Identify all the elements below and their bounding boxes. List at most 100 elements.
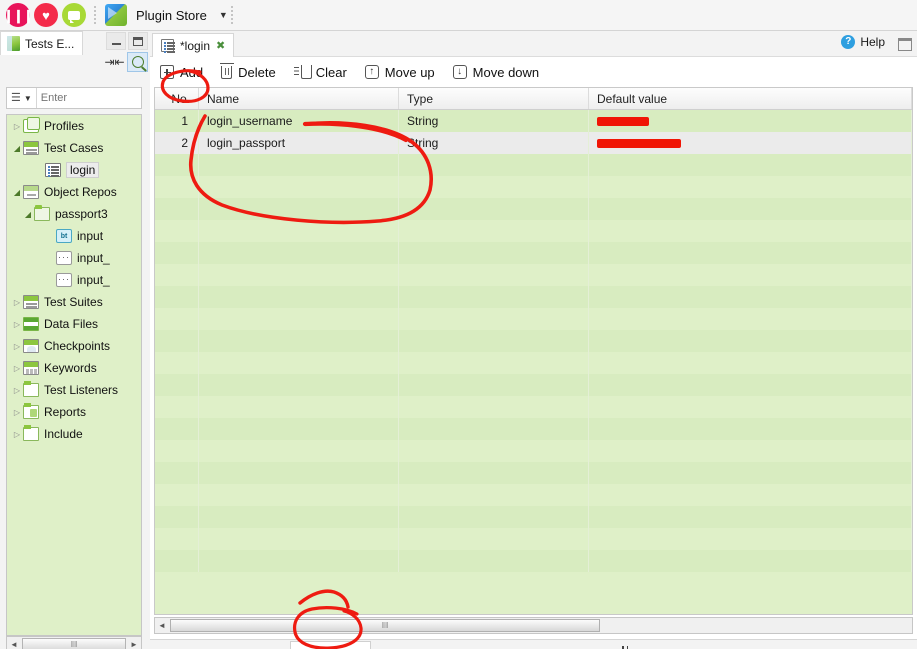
- table-empty-row[interactable]: [155, 220, 912, 242]
- cell-no[interactable]: 2: [155, 132, 199, 154]
- table-empty-row[interactable]: [155, 484, 912, 506]
- help-button[interactable]: ? Help: [841, 35, 885, 49]
- bars-circle-icon[interactable]: ❙❙❙: [3, 3, 34, 27]
- chevron-right-icon[interactable]: ▷: [11, 320, 23, 329]
- move-up-button[interactable]: ↑ Move up: [364, 65, 435, 80]
- tree-item-include[interactable]: ▷ Include: [7, 423, 141, 445]
- cell-name[interactable]: login_passport: [199, 132, 399, 154]
- toolbar-grip-2[interactable]: [230, 4, 235, 26]
- table-empty-row[interactable]: [155, 528, 912, 550]
- toolbar-grip[interactable]: [92, 4, 97, 26]
- clear-button[interactable]: Clear: [293, 64, 347, 80]
- collapse-all-icon[interactable]: ⇥⇤: [104, 52, 125, 72]
- filter-list-icon[interactable]: ☰ ▼: [7, 88, 37, 108]
- scroll-left-arrow-icon[interactable]: ◄: [7, 640, 21, 649]
- cell-no[interactable]: 1: [155, 110, 199, 132]
- tree-item-object-repos[interactable]: ◢ Object Repos: [7, 181, 141, 203]
- move-down-button[interactable]: ↓ Move down: [452, 65, 539, 80]
- maximize-icon[interactable]: [128, 32, 148, 50]
- tree-item-reports[interactable]: ▷ Reports: [7, 401, 141, 423]
- tree-item-keywords[interactable]: ▷ Keywords: [7, 357, 141, 379]
- bottom-tab-variables-script-mode[interactable]: </>Variables (Script mode): [371, 642, 536, 649]
- tree-item-input[interactable]: ··· input_: [7, 247, 141, 269]
- maximize-icon[interactable]: [897, 36, 913, 51]
- table-empty-row[interactable]: [155, 330, 912, 352]
- variables-table[interactable]: No. Name Type Default value 1 login_usern…: [154, 87, 913, 615]
- bottom-tab-manual[interactable]: Manual: [158, 643, 218, 649]
- cell-default-value[interactable]: [589, 132, 912, 154]
- scroll-right-arrow-icon[interactable]: ►: [127, 640, 141, 649]
- search-scope-icon[interactable]: [127, 52, 148, 72]
- heart-circle-icon[interactable]: ♥: [34, 3, 58, 27]
- minimize-icon[interactable]: [106, 32, 126, 50]
- table-empty-row[interactable]: [155, 550, 912, 572]
- table-horizontal-scrollbar[interactable]: ◄ ‖‖: [154, 617, 913, 634]
- chevron-down-icon[interactable]: ◢: [22, 210, 34, 219]
- table-empty-row[interactable]: [155, 176, 912, 198]
- tree-item-test-suites[interactable]: ▷ Test Suites: [7, 291, 141, 313]
- cell-default-value[interactable]: [589, 110, 912, 132]
- chevron-down-icon[interactable]: ▼: [219, 10, 228, 20]
- table-empty-row[interactable]: [155, 154, 912, 176]
- tree-item-test-cases[interactable]: ◢ Test Cases: [7, 137, 141, 159]
- table-empty-row[interactable]: [155, 198, 912, 220]
- table-row[interactable]: 1 login_username String: [155, 110, 912, 132]
- column-header-default-value[interactable]: Default value: [589, 88, 912, 109]
- explorer-horizontal-scrollbar[interactable]: ◄ ‖‖ ►: [6, 636, 142, 649]
- cell-type[interactable]: String: [399, 132, 589, 154]
- bottom-tab-integration[interactable]: Integration: [536, 643, 614, 649]
- delete-button[interactable]: Delete: [220, 62, 276, 80]
- chevron-right-icon[interactable]: ▷: [11, 342, 23, 351]
- tree-item-login[interactable]: login: [7, 159, 141, 181]
- table-empty-row[interactable]: [155, 352, 912, 374]
- column-header-name[interactable]: Name: [199, 88, 399, 109]
- chevron-down-icon[interactable]: ▼: [24, 94, 32, 103]
- chevron-right-icon[interactable]: ▷: [11, 408, 23, 417]
- bottom-tab-variables[interactable]: XVariables: [289, 640, 371, 649]
- empty-cell: [399, 484, 589, 506]
- tab-tests-explorer[interactable]: Tests E...: [0, 31, 84, 55]
- chat-circle-icon[interactable]: [62, 3, 86, 27]
- chevron-down-icon[interactable]: ◢: [11, 144, 23, 153]
- table-empty-row[interactable]: [155, 286, 912, 308]
- tab-login[interactable]: *login ✖: [152, 33, 235, 57]
- table-empty-row[interactable]: [155, 462, 912, 484]
- chevron-right-icon[interactable]: ▷: [11, 364, 23, 373]
- chevron-down-icon[interactable]: ◢: [11, 188, 23, 197]
- cell-name[interactable]: login_username: [199, 110, 399, 132]
- cell-type[interactable]: String: [399, 110, 589, 132]
- empty-cell: [155, 286, 199, 308]
- tree-item-test-listeners[interactable]: ▷ Test Listeners: [7, 379, 141, 401]
- tree-item-input[interactable]: ··· input_: [7, 269, 141, 291]
- table-empty-row[interactable]: [155, 440, 912, 462]
- table-empty-row[interactable]: [155, 308, 912, 330]
- tree-item-data-files[interactable]: ▷ Data Files: [7, 313, 141, 335]
- table-empty-row[interactable]: [155, 374, 912, 396]
- tree-item-profiles[interactable]: ▷ Profiles: [7, 115, 141, 137]
- column-header-type[interactable]: Type: [399, 88, 589, 109]
- add-button[interactable]: Add: [160, 65, 203, 80]
- scroll-left-arrow-icon[interactable]: ◄: [155, 621, 169, 630]
- table-empty-row[interactable]: [155, 264, 912, 286]
- plugin-store-icon[interactable]: [105, 4, 127, 26]
- scrollbar-thumb[interactable]: ‖‖: [22, 638, 126, 649]
- plugin-store-label[interactable]: Plugin Store: [136, 8, 207, 23]
- table-empty-row[interactable]: [155, 418, 912, 440]
- test-explorer-tree[interactable]: ▷ Profiles ◢ Test Cases login ◢ Object Repos ◢ p…: [6, 114, 142, 636]
- chevron-right-icon[interactable]: ▷: [11, 122, 23, 131]
- chevron-right-icon[interactable]: ▷: [11, 386, 23, 395]
- bottom-tab-script[interactable]: </>Script: [218, 642, 290, 649]
- table-empty-row[interactable]: [155, 396, 912, 418]
- table-empty-row[interactable]: [155, 506, 912, 528]
- column-header-no[interactable]: No.: [155, 88, 199, 109]
- chevron-right-icon[interactable]: ▷: [11, 430, 23, 439]
- bottom-tab-properties[interactable]: Properties: [614, 643, 692, 649]
- table-row[interactable]: 2 login_passport String: [155, 132, 912, 154]
- tree-item-passport3[interactable]: ◢ passport3: [7, 203, 141, 225]
- tree-item-input[interactable]: bt input: [7, 225, 141, 247]
- close-icon[interactable]: ✖: [216, 39, 225, 52]
- scrollbar-thumb[interactable]: ‖‖: [170, 619, 600, 632]
- chevron-right-icon[interactable]: ▷: [11, 298, 23, 307]
- table-empty-row[interactable]: [155, 242, 912, 264]
- tree-item-checkpoints[interactable]: ▷ Checkpoints: [7, 335, 141, 357]
